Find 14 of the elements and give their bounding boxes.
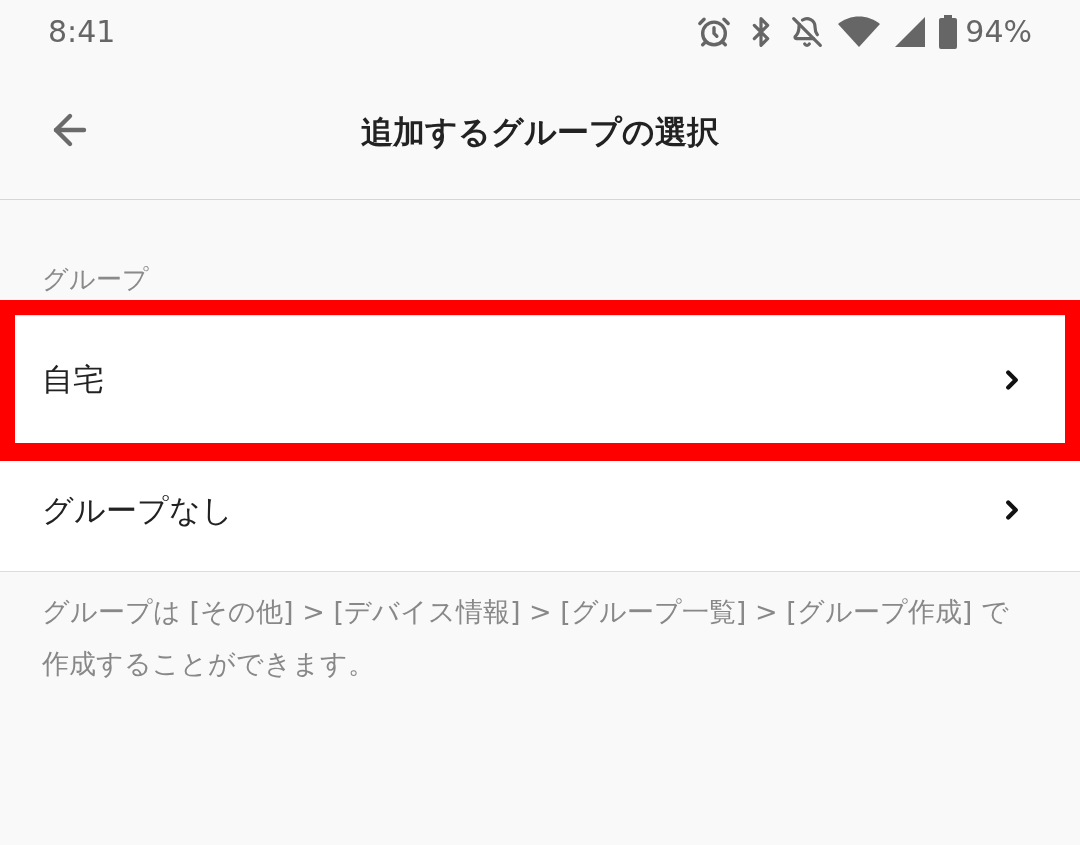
group-list-item[interactable]: 自宅	[15, 315, 1065, 443]
footer-note: グループは [その他] > [デバイス情報] > [グループ一覧] > [グループ作成] で作成することができます。	[41, 595, 1010, 681]
wifi-icon	[837, 16, 882, 48]
group-list-item[interactable]: グループなし	[0, 461, 1080, 571]
group-name: 自宅	[42, 364, 104, 395]
signal-icon	[895, 17, 926, 47]
group-name: グループなし	[42, 494, 233, 526]
section-header: グループ	[42, 263, 149, 295]
battery-percent: 94%	[965, 17, 1032, 47]
page-title: 追加するグループの選択	[361, 115, 719, 148]
alarm-icon	[697, 15, 732, 49]
battery-icon	[939, 15, 958, 49]
bell-off-icon	[791, 16, 824, 48]
status-time: 8:41	[48, 17, 116, 47]
